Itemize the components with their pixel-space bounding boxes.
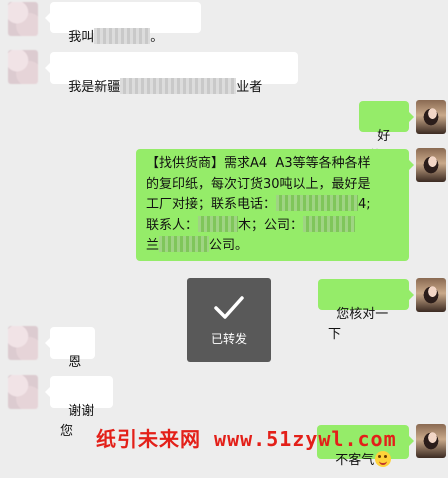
message-text: 恩 <box>68 355 82 370</box>
my-avatar[interactable] <box>416 278 446 312</box>
message-text: 兰 <box>146 238 160 253</box>
message-bubble-outgoing[interactable]: 您核对一下 <box>318 279 414 342</box>
contact-avatar[interactable] <box>8 326 38 360</box>
contact-avatar[interactable] <box>8 50 38 84</box>
message-text: 木；公司： <box>238 217 304 233</box>
redacted-mosaic <box>120 78 237 94</box>
message-text: 业者 <box>236 80 263 95</box>
toast-label: 已转发 <box>210 332 247 346</box>
message-text: 不客气 <box>335 453 375 468</box>
site-watermark: 纸引未来网 www.51zywl.com <box>96 427 397 451</box>
message-bubble-incoming[interactable]: 谢谢您 <box>45 376 113 439</box>
message-bubble-incoming[interactable]: 我叫 。 <box>45 2 201 45</box>
my-avatar[interactable] <box>416 100 446 134</box>
message-bubble-incoming[interactable]: 我是新疆 业者 <box>45 52 298 95</box>
redacted-mosaic <box>276 195 359 211</box>
redacted-mosaic <box>303 215 356 232</box>
checkmark-icon <box>214 296 244 319</box>
contact-avatar[interactable] <box>8 375 38 409</box>
message-text: 谢谢您 <box>60 404 95 439</box>
redacted-mosaic <box>198 215 239 232</box>
redacted-mosaic <box>94 28 151 44</box>
smile-emoji-icon <box>375 451 392 467</box>
message-bubble-outgoing[interactable]: 【找供货商】需求A4 A3等等各种各样 的复印纸，每次订货30吨以上，最好是 工… <box>136 149 414 261</box>
contact-avatar[interactable] <box>8 2 38 36</box>
message-text: 我叫 <box>68 30 95 45</box>
my-avatar[interactable] <box>416 148 446 182</box>
message-text: 公司。 <box>209 238 249 253</box>
message-bubble-outgoing[interactable]: 好的 <box>359 101 414 164</box>
my-avatar[interactable] <box>416 424 446 458</box>
forwarded-toast: 已转发 <box>187 278 271 362</box>
message-text: 我是新疆 <box>68 80 121 95</box>
message-bubble-incoming[interactable]: 恩 <box>45 327 95 370</box>
message-text: 。 <box>150 30 164 45</box>
message-text: 您核对一下 <box>328 307 389 342</box>
redacted-mosaic <box>159 236 210 252</box>
